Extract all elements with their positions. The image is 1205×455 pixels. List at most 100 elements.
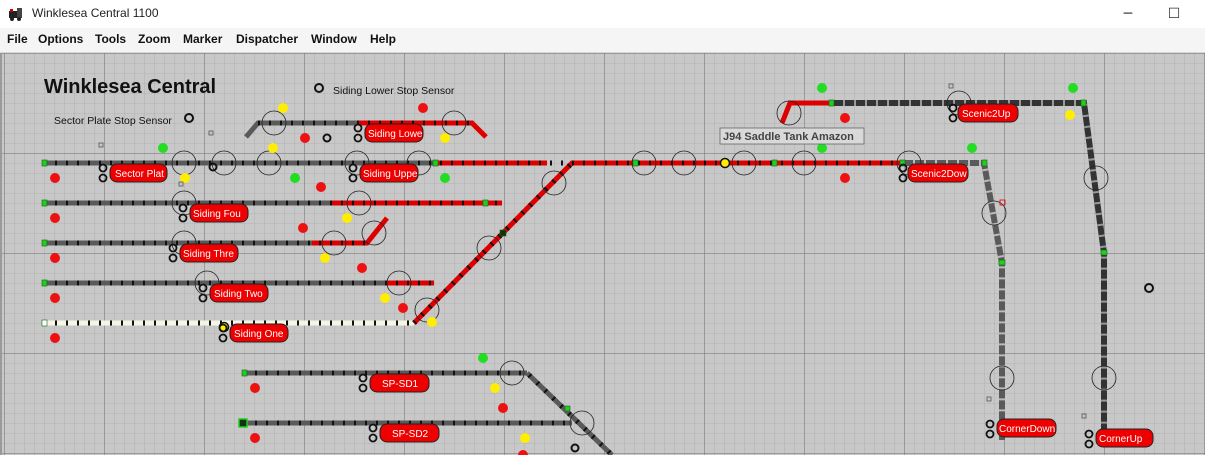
panel-title: Winklesea Central bbox=[44, 76, 216, 98]
signal-head[interactable] bbox=[50, 213, 60, 223]
block-label-text: Siding One bbox=[234, 329, 284, 340]
block-siding-lower[interactable]: Siding Lowe bbox=[364, 123, 424, 143]
block-label-text: Siding Thre bbox=[183, 249, 234, 260]
block-cornerdown[interactable]: CornerDown bbox=[996, 418, 1057, 438]
menu-window[interactable]: Window bbox=[311, 32, 357, 46]
track-connector[interactable] bbox=[632, 159, 639, 167]
menu-help[interactable]: Help bbox=[370, 32, 396, 46]
signal-head[interactable] bbox=[520, 433, 530, 443]
signal-head[interactable] bbox=[50, 173, 60, 183]
title-bar: Winklesea Central 1100 ─ ☐ bbox=[0, 0, 1205, 28]
signal-head[interactable] bbox=[840, 113, 850, 123]
signal-head[interactable] bbox=[1068, 83, 1078, 93]
signal-head[interactable] bbox=[316, 182, 326, 192]
signal-head[interactable] bbox=[50, 333, 60, 343]
block-siding-one[interactable]: Siding One bbox=[229, 323, 289, 343]
track-connector[interactable] bbox=[241, 369, 248, 377]
signal-head[interactable] bbox=[840, 173, 850, 183]
block-sp-sd2[interactable]: SP-SD2 bbox=[379, 423, 440, 443]
track-connector[interactable] bbox=[432, 159, 439, 167]
signal-head[interactable] bbox=[380, 293, 390, 303]
signal-head[interactable] bbox=[268, 143, 278, 153]
block-label-text: SP-SD1 bbox=[382, 379, 419, 390]
block-label-text: SP-SD2 bbox=[392, 429, 429, 440]
window-title: Winklesea Central 1100 bbox=[32, 6, 159, 20]
maximize-button[interactable]: ☐ bbox=[1151, 0, 1197, 28]
signal-head[interactable] bbox=[298, 223, 308, 233]
app-train-icon bbox=[9, 8, 22, 21]
block-cornerup[interactable]: CornerUp bbox=[1095, 428, 1154, 448]
signal-head[interactable] bbox=[817, 143, 827, 153]
signal-head[interactable] bbox=[478, 353, 488, 363]
minimize-button[interactable]: ─ bbox=[1105, 0, 1151, 28]
signal-head[interactable] bbox=[719, 157, 731, 169]
menu-tools[interactable]: Tools bbox=[95, 32, 126, 46]
track-connector[interactable] bbox=[998, 259, 1006, 266]
block-sector-plat[interactable]: Sector Plat bbox=[109, 163, 168, 183]
track-connector[interactable] bbox=[238, 418, 248, 428]
track-connector[interactable] bbox=[499, 229, 507, 237]
signal-head[interactable] bbox=[320, 253, 330, 263]
signal-head[interactable] bbox=[1065, 110, 1075, 120]
signal-head[interactable] bbox=[440, 133, 450, 143]
track-connector[interactable] bbox=[41, 159, 48, 167]
menu-marker[interactable]: Marker bbox=[183, 32, 222, 46]
signal-head[interactable] bbox=[50, 293, 60, 303]
menu-zoom[interactable]: Zoom bbox=[138, 32, 171, 46]
signal-head[interactable] bbox=[440, 173, 450, 183]
block-label-text: CornerDown bbox=[999, 424, 1055, 435]
track-connector[interactable] bbox=[1080, 99, 1087, 107]
train-label[interactable]: J94 Saddle Tank Amazon bbox=[723, 131, 854, 143]
signal-head[interactable] bbox=[398, 303, 408, 313]
track-connector[interactable] bbox=[771, 159, 778, 167]
signal-head[interactable] bbox=[180, 173, 190, 183]
block-label-text: Siding Lowe bbox=[368, 129, 423, 140]
signal-head[interactable] bbox=[967, 143, 977, 153]
signal-head[interactable] bbox=[490, 383, 500, 393]
signal-head[interactable] bbox=[427, 317, 437, 327]
track-connector[interactable] bbox=[828, 99, 835, 107]
block-scenic2up[interactable]: Scenic2Up bbox=[957, 103, 1019, 123]
track-connector[interactable] bbox=[482, 199, 489, 207]
track-diagram: Winklesea Central Sector Plate Stop Sens… bbox=[2, 53, 1205, 455]
siding-lower-stop-sensor-label: Siding Lower Stop Sensor bbox=[333, 85, 455, 97]
block-label-text: Scenic2Dow bbox=[911, 169, 967, 180]
track-connector[interactable] bbox=[41, 239, 48, 247]
signal-head[interactable] bbox=[278, 103, 288, 113]
menu-file[interactable]: File bbox=[7, 32, 28, 46]
track-connector[interactable] bbox=[41, 319, 48, 327]
signal-head[interactable] bbox=[250, 433, 260, 443]
block-label-text: Siding Fou bbox=[193, 209, 241, 220]
block-label-text: Scenic2Up bbox=[962, 109, 1011, 120]
block-sp-sd1[interactable]: SP-SD1 bbox=[369, 373, 430, 393]
block-label-text: Siding Uppe bbox=[363, 169, 418, 180]
signal-head[interactable] bbox=[50, 253, 60, 263]
track-connector[interactable] bbox=[41, 199, 48, 207]
track-connector[interactable] bbox=[1100, 249, 1108, 256]
block-label-text: Siding Two bbox=[214, 289, 263, 300]
block-label-text: Sector Plat bbox=[115, 169, 164, 180]
track-connector[interactable] bbox=[564, 405, 571, 412]
block-siding-upper[interactable]: Siding Uppe bbox=[359, 163, 419, 183]
block-siding-three[interactable]: Siding Thre bbox=[179, 243, 239, 263]
block-scenic2down[interactable]: Scenic2Dow bbox=[907, 163, 969, 183]
block-siding-two[interactable]: Siding Two bbox=[209, 283, 269, 303]
signal-head[interactable] bbox=[300, 133, 310, 143]
signal-head[interactable] bbox=[250, 383, 260, 393]
signal-head[interactable] bbox=[342, 213, 352, 223]
menu-dispatcher[interactable]: Dispatcher bbox=[236, 32, 298, 46]
signal-head[interactable] bbox=[158, 143, 168, 153]
track-connector[interactable] bbox=[981, 159, 988, 167]
track-connector[interactable] bbox=[41, 279, 48, 287]
signal-head[interactable] bbox=[290, 173, 300, 183]
layout-editor-panel[interactable]: Winklesea Central Sector Plate Stop Sens… bbox=[0, 53, 1205, 455]
signal-head[interactable] bbox=[418, 103, 428, 113]
signal-head[interactable] bbox=[817, 83, 827, 93]
menu-bar: File Options Tools Zoom Marker Dispatche… bbox=[0, 28, 1205, 53]
block-siding-four[interactable]: Siding Fou bbox=[189, 203, 249, 223]
menu-options[interactable]: Options bbox=[38, 32, 83, 46]
signal-head[interactable] bbox=[498, 403, 508, 413]
block-label-text: CornerUp bbox=[1099, 434, 1143, 445]
sector-plate-stop-sensor-label: Sector Plate Stop Sensor bbox=[54, 115, 172, 127]
signal-head[interactable] bbox=[357, 263, 367, 273]
